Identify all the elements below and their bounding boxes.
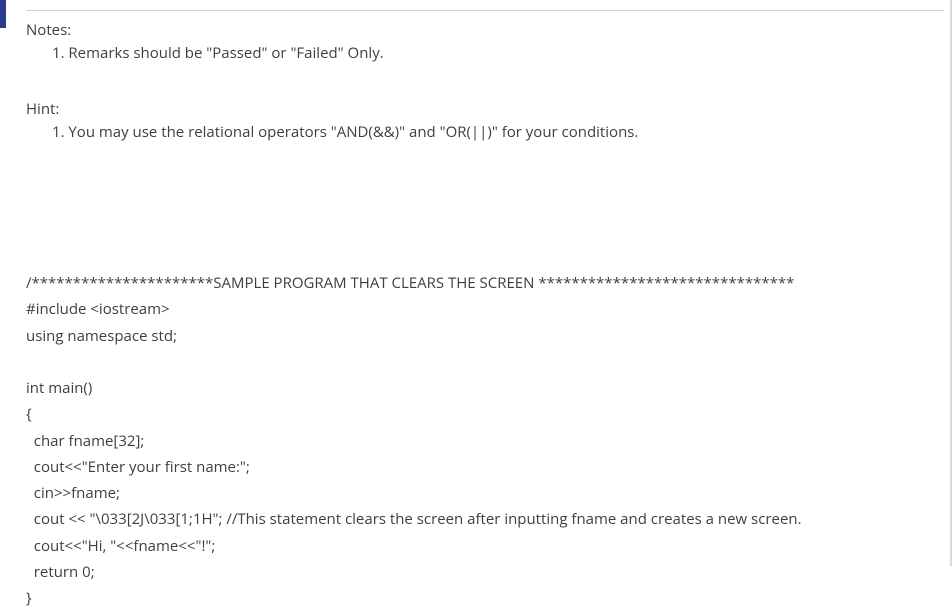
notes-label: Notes:: [26, 19, 944, 42]
horizontal-rule: [26, 10, 944, 11]
code-line-3: using namespace std;: [26, 326, 177, 346]
code-line-10: cout << "\033[2J\033[1;1H"; //This state…: [26, 509, 802, 529]
notes-section: Notes: 1. Remarks should be "Passed" or …: [26, 19, 944, 66]
left-accent-bar: [0, 0, 6, 28]
page-canvas: Notes: 1. Remarks should be "Passed" or …: [0, 0, 952, 566]
hint-label: Hint:: [26, 98, 944, 121]
code-line-1: /**********************SAMPLE PROGRAM TH…: [26, 273, 794, 293]
code-sample: /**********************SAMPLE PROGRAM TH…: [26, 270, 944, 611]
code-line-9: cin>>fname;: [26, 483, 120, 503]
code-line-2: #include <iostream>: [26, 299, 170, 319]
code-line-7: char fname[32];: [26, 431, 144, 451]
hint-section: Hint: 1. You may use the relational oper…: [26, 98, 944, 145]
document-content: Notes: 1. Remarks should be "Passed" or …: [26, 0, 944, 611]
hint-item-1: 1. You may use the relational operators …: [26, 121, 944, 144]
notes-item-1: 1. Remarks should be "Passed" or "Failed…: [26, 42, 944, 65]
code-line-5: int main(): [26, 378, 92, 398]
code-line-13: }: [26, 588, 32, 608]
code-line-6: {: [26, 404, 32, 424]
code-line-8: cout<<"Enter your first name:";: [26, 457, 250, 477]
code-line-12: return 0;: [26, 562, 95, 582]
code-line-11: cout<<"Hi, "<<fname<<"!";: [26, 536, 215, 556]
